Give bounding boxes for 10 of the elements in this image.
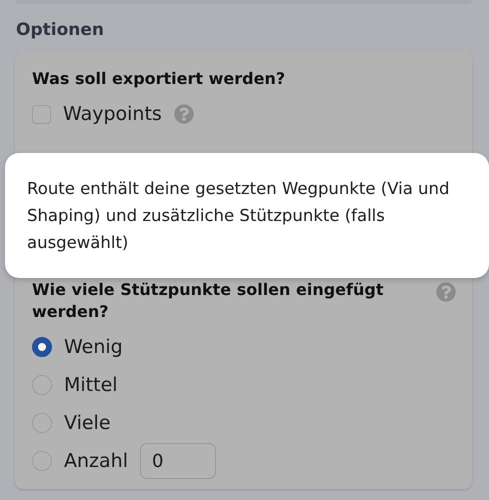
radio-label: Wenig xyxy=(64,336,123,358)
section-title: Optionen xyxy=(16,20,105,40)
group-title: Was soll exportiert werden? xyxy=(32,68,286,90)
tooltip-text: Route enthält deine gesetzten Wegpunkte (Via und Shaping) und zusätzliche Stützpunkte (falls ausgewählt) xyxy=(27,178,450,254)
radio-label: Viele xyxy=(64,412,111,434)
count-field[interactable]: 0 xyxy=(140,443,216,479)
group-title: Wie viele Stützpunkte sollen eingefügt werden? xyxy=(32,279,384,323)
checkbox-label: Waypoints xyxy=(63,103,162,125)
radio-label: Mittel xyxy=(64,374,118,396)
radio-label: Anzahl xyxy=(64,450,128,472)
